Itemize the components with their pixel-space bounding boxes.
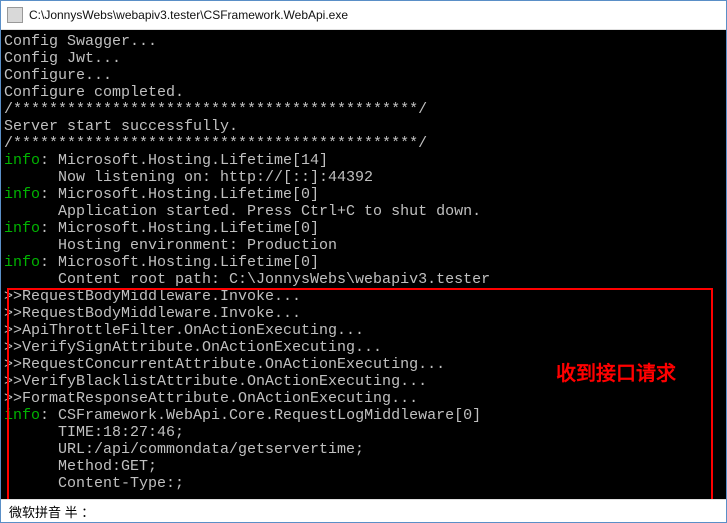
terminal-line: Configure... [4,67,490,84]
terminal-line: Method:GET; [4,458,490,475]
terminal-line: TIME:18:27:46; [4,424,490,441]
terminal-line: Server start successfully. [4,118,490,135]
terminal-line: >>FormatResponseAttribute.OnActionExecut… [4,390,490,407]
terminal-line: Hosting environment: Production [4,237,490,254]
titlebar[interactable]: C:\JonnysWebs\webapiv3.tester\CSFramewor… [1,1,726,30]
terminal-line: /***************************************… [4,135,490,152]
terminal-output: Config Swagger...Config Jwt...Configure.… [4,33,490,492]
terminal-line: info: Microsoft.Hosting.Lifetime[14] [4,152,490,169]
window-title: C:\JonnysWebs\webapiv3.tester\CSFramewor… [29,8,348,22]
terminal-line: Content-Type:; [4,475,490,492]
terminal-line: >>VerifySignAttribute.OnActionExecuting.… [4,339,490,356]
terminal-line: Config Swagger... [4,33,490,50]
ime-text: 微软拼音 半 ： [9,502,94,521]
terminal-line: info: CSFramework.WebApi.Core.RequestLog… [4,407,490,424]
application-window: C:\JonnysWebs\webapiv3.tester\CSFramewor… [0,0,727,523]
terminal-line: >>RequestBodyMiddleware.Invoke... [4,305,490,322]
terminal-line: Content root path: C:\JonnysWebs\webapiv… [4,271,490,288]
terminal-line: >>VerifyBlacklistAttribute.OnActionExecu… [4,373,490,390]
terminal-area[interactable]: Config Swagger...Config Jwt...Configure.… [1,30,726,499]
terminal-line: info: Microsoft.Hosting.Lifetime[0] [4,220,490,237]
terminal-line: info: Microsoft.Hosting.Lifetime[0] [4,186,490,203]
terminal-line: >>RequestBodyMiddleware.Invoke... [4,288,490,305]
terminal-line: info: Microsoft.Hosting.Lifetime[0] [4,254,490,271]
terminal-line: URL:/api/commondata/getservertime; [4,441,490,458]
terminal-line: Config Jwt... [4,50,490,67]
terminal-line: Now listening on: http://[::]:44392 [4,169,490,186]
app-icon [7,7,23,23]
terminal-line: Application started. Press Ctrl+C to shu… [4,203,490,220]
annotation-text: 收到接口请求 [556,366,676,383]
terminal-line: >>RequestConcurrentAttribute.OnActionExe… [4,356,490,373]
ime-status-bar: 微软拼音 半 ： [1,499,726,522]
terminal-line: >>ApiThrottleFilter.OnActionExecuting... [4,322,490,339]
terminal-line: /***************************************… [4,101,490,118]
terminal-line: Configure completed. [4,84,490,101]
